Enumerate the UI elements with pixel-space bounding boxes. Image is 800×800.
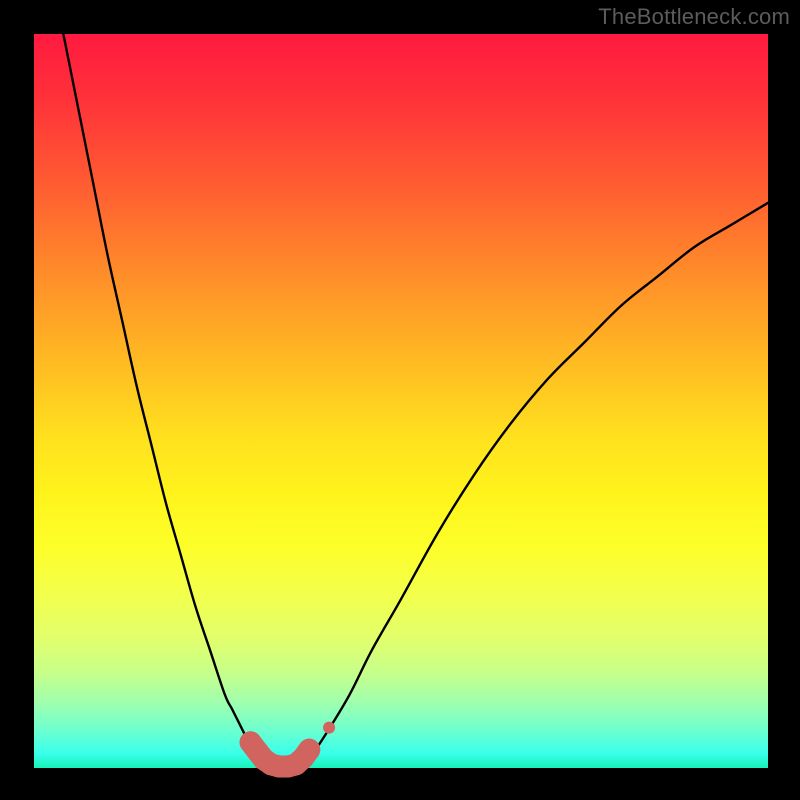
plot-area (34, 34, 768, 768)
chart-frame: TheBottleneck.com (0, 0, 800, 800)
watermark-text: TheBottleneck.com (598, 4, 790, 30)
